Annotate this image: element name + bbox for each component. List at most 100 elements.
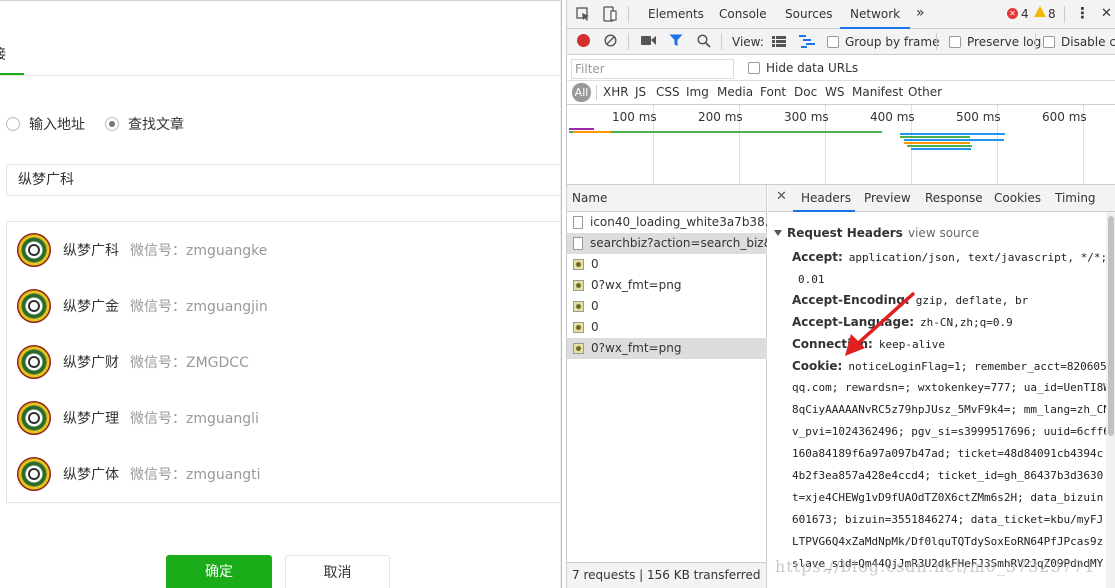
tab-elements[interactable]: Elements [648, 7, 704, 21]
type-filter-media[interactable]: Media [717, 85, 753, 99]
collapse-triangle-icon[interactable] [774, 230, 782, 236]
warning-count[interactable]: 8 [1048, 7, 1056, 21]
tab-console[interactable]: Console [719, 7, 767, 21]
file-icon [573, 216, 583, 229]
large-rows-icon[interactable] [772, 36, 786, 47]
radio-input-address[interactable] [6, 117, 20, 131]
disable-cache-checkbox[interactable] [1043, 36, 1055, 48]
warning-icon[interactable] [1034, 6, 1046, 17]
toolbar-separator [721, 33, 722, 50]
request-row[interactable]: 0 [567, 317, 767, 338]
devtools-menu-icon[interactable]: ⋮ [1075, 4, 1090, 22]
header-value: v_pvi=1024362496; pgv_si=s3999517696; uu… [792, 425, 1106, 438]
account-name: 纵梦广理 [63, 411, 119, 427]
clear-icon[interactable] [604, 34, 617, 47]
cancel-button[interactable]: 取消 [285, 555, 390, 588]
hide-data-urls-option[interactable]: Hide data URLs [748, 61, 858, 75]
tab-preview[interactable]: Preview [864, 191, 911, 205]
tab-response[interactable]: Response [925, 191, 983, 205]
error-count[interactable]: 4 [1021, 7, 1029, 21]
inspect-element-icon[interactable] [576, 7, 591, 22]
screen: 接 输入地址 查找文章 纵梦广科 纵梦广科 微信号：zmguangke 纵梦广金… [0, 0, 1115, 588]
result-item[interactable]: 纵梦广金 微信号：zmguangjin [17, 288, 268, 324]
type-filter-manifest[interactable]: Manifest [852, 85, 903, 99]
result-item[interactable]: 纵梦广体 微信号：zmguangti [17, 456, 260, 492]
group-by-frame-option[interactable]: Group by frame [827, 35, 939, 49]
request-row[interactable]: 0?wx_fmt=png [567, 338, 767, 359]
timeline-tick-label: 300 ms [784, 110, 829, 124]
preserve-log-option[interactable]: Preserve log [949, 35, 1041, 49]
toolbar-separator [596, 85, 597, 100]
close-detail-icon[interactable]: ✕ [776, 189, 787, 204]
type-filter-font[interactable]: Font [760, 85, 786, 99]
header-line: t=xje4CHEWg1vD9fUAOdTZ0X6ctZMm6s2H; data… [792, 491, 1103, 504]
request-row[interactable]: 0 [567, 296, 767, 317]
confirm-button[interactable]: 确定 [166, 555, 272, 588]
type-filter-js[interactable]: JS [635, 85, 646, 99]
header-line: 160a84189f6a97a097b47ad; ticket=48d84091… [792, 447, 1103, 460]
tab-cookies[interactable]: Cookies [994, 191, 1041, 205]
disable-cache-option[interactable]: Disable cache [1043, 35, 1115, 49]
request-name: 0?wx_fmt=png [591, 341, 682, 355]
search-icon[interactable] [697, 34, 711, 48]
type-filter-ws[interactable]: WS [825, 85, 844, 99]
timeline-tick-label: 100 ms [612, 110, 657, 124]
timeline-tick-label: 200 ms [698, 110, 743, 124]
type-filter-img[interactable]: Img [686, 85, 709, 99]
type-filter-all[interactable]: All [572, 83, 591, 102]
close-devtools-icon[interactable]: ✕ [1101, 6, 1112, 21]
type-filter-css[interactable]: CSS [656, 85, 680, 99]
annotation-arrow-icon [845, 292, 915, 356]
waterfall-icon[interactable] [799, 35, 815, 48]
header-key: Cookie: [792, 359, 843, 373]
radio-label-input-address[interactable]: 输入地址 [29, 114, 85, 134]
request-row[interactable]: icon40_loading_white3a7b38.gif [567, 212, 767, 233]
account-search-input[interactable]: 纵梦广科 [6, 164, 561, 196]
header-value: application/json, text/javascript, */*; [848, 251, 1106, 264]
devtools-panel: Elements Console Sources Network » ✕ 4 8… [566, 0, 1115, 588]
type-filter-other[interactable]: Other [908, 85, 942, 99]
tab-headers[interactable]: Headers [801, 191, 851, 205]
request-row[interactable]: 0 [567, 254, 767, 275]
section-title: Request Headers [787, 226, 903, 240]
hide-data-urls-checkbox[interactable] [748, 62, 760, 74]
tab-divider [0, 75, 561, 76]
video-camera-icon[interactable] [641, 35, 656, 46]
radio-label-find-article[interactable]: 查找文章 [128, 114, 184, 134]
group-by-frame-checkbox[interactable] [827, 36, 839, 48]
filter-input[interactable]: Filter [571, 59, 734, 79]
result-item[interactable]: 纵梦广科 微信号：zmguangke [17, 232, 267, 268]
request-name: icon40_loading_white3a7b38.gif [590, 215, 767, 229]
account-wechat-id: 微信号：zmguangli [130, 411, 259, 427]
scrollbar-thumb[interactable] [1108, 216, 1114, 436]
request-row-selected[interactable]: searchbiz?action=search_biz&... [567, 233, 767, 254]
request-row[interactable]: 0?wx_fmt=png [567, 275, 767, 296]
more-tabs-button[interactable]: » [916, 5, 925, 21]
device-toolbar-icon[interactable] [603, 6, 617, 22]
record-icon[interactable] [577, 34, 590, 47]
image-icon [573, 280, 584, 291]
page-scrollbar[interactable] [560, 0, 561, 588]
tab-sources[interactable]: Sources [785, 7, 832, 21]
name-column-header[interactable]: Name [567, 185, 767, 212]
request-headers-section[interactable]: Request Headers [774, 226, 903, 240]
tab-active[interactable]: 接 [0, 44, 6, 64]
account-avatar [17, 345, 51, 379]
radio-find-article[interactable] [105, 117, 119, 131]
result-item[interactable]: 纵梦广财 微信号：ZMGDCC [17, 344, 249, 380]
detail-scrollbar[interactable] [1106, 212, 1115, 588]
wechat-editor-panel: 接 输入地址 查找文章 纵梦广科 纵梦广科 微信号：zmguangke 纵梦广金… [0, 0, 562, 588]
hide-data-urls-label: Hide data URLs [766, 61, 859, 75]
toolbar-separator [1064, 6, 1065, 23]
preserve-log-checkbox[interactable] [949, 36, 961, 48]
file-icon [573, 237, 583, 250]
header-line: LTPVG6Q4xZaMdNpMk/Df0lquTQTdySoxEoRN64Pf… [792, 535, 1103, 548]
type-filter-xhr[interactable]: XHR [603, 85, 629, 99]
tab-timing[interactable]: Timing [1055, 191, 1096, 205]
tab-network[interactable]: Network [850, 7, 900, 21]
error-icon[interactable]: ✕ [1007, 8, 1018, 19]
type-filter-doc[interactable]: Doc [794, 85, 817, 99]
filter-icon[interactable] [669, 34, 683, 47]
result-item[interactable]: 纵梦广理 微信号：zmguangli [17, 400, 259, 436]
view-source-link[interactable]: view source [908, 226, 979, 240]
